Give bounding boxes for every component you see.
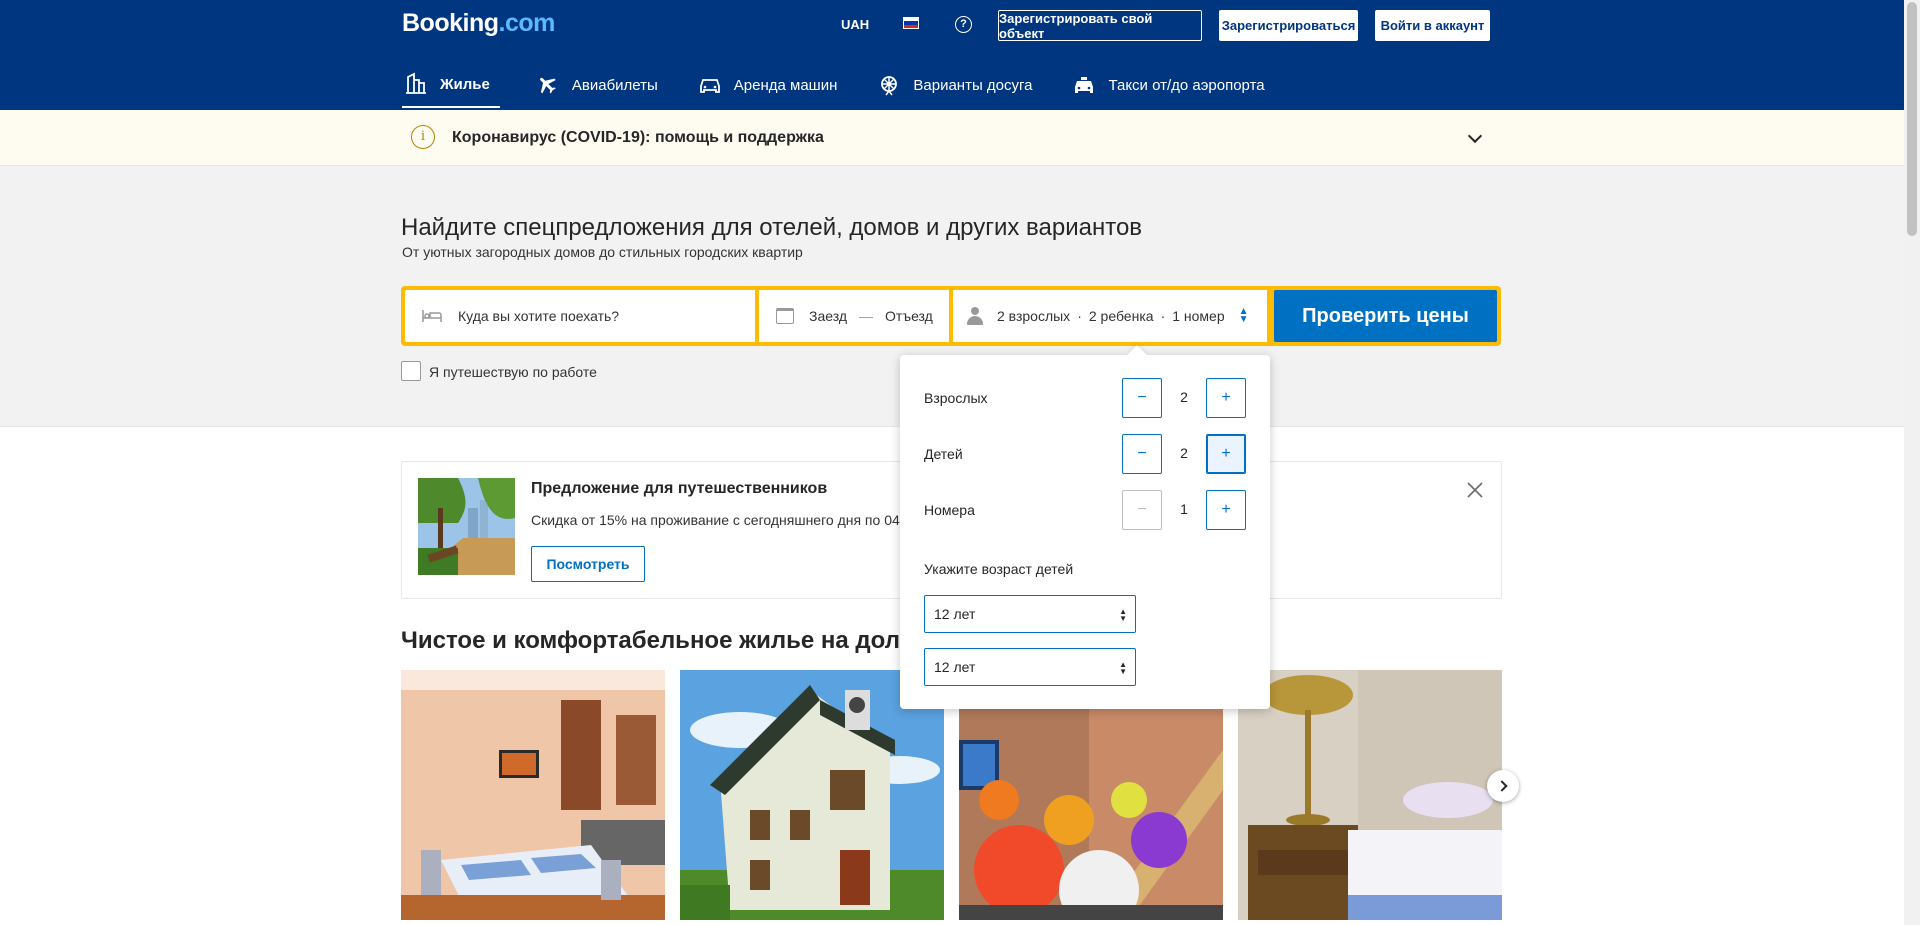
adults-summary: 2 взрослых [997, 308, 1071, 324]
covid-banner-text: Коронавирус (COVID-19): помощь и поддерж… [452, 129, 824, 146]
page-subtitle: От уютных загородных домов до стильных г… [402, 244, 803, 260]
children-value: 2 [1180, 445, 1188, 461]
scrollbar-thumb[interactable] [1907, 2, 1917, 236]
plane-icon [536, 73, 560, 97]
rooms-value: 1 [1180, 501, 1188, 517]
bed-icon [404, 72, 428, 96]
occupancy-toggle[interactable]: 2 взрослых · 2 ребенка · 1 номер ▲ ▼ [953, 290, 1267, 342]
page-title: Найдите спецпредложения для отелей, домо… [401, 214, 1143, 241]
person-icon [967, 307, 983, 325]
children-row: Детей − 2 + [924, 434, 1246, 474]
nav-item-stays[interactable]: Жилье [402, 62, 500, 108]
search-button[interactable]: Проверить цены [1274, 290, 1497, 342]
separator: · [1077, 308, 1082, 324]
nav-label: Аренда машин [733, 76, 838, 94]
child-age-select[interactable]: 12 лет ▲ ▼ [924, 595, 1136, 633]
page-scrollbar[interactable] [1904, 0, 1920, 925]
destination-input[interactable]: Куда вы хотите поехать? [405, 290, 755, 342]
attractions-icon [877, 73, 901, 97]
nav-label: Жилье [440, 75, 490, 93]
work-travel-checkbox[interactable] [401, 361, 421, 381]
checkout-label: Отъезд [885, 308, 933, 324]
nav-label: Такси от/до аэропорта [1108, 76, 1265, 94]
covid-banner[interactable]: i Коронавирус (COVID-19): помощь и подде… [0, 110, 1904, 166]
nav-item-car-rentals[interactable]: Аренда машин [688, 62, 848, 108]
flag-ru-icon[interactable] [903, 17, 919, 29]
children-summary: 2 ребенка [1088, 308, 1154, 324]
separator: · [1160, 308, 1166, 324]
section-title: Чистое и комфортабельное жилье на дол [401, 627, 900, 654]
occupancy-popup: Взрослых − 2 + Детей − 2 + Номера − 1 + … [900, 355, 1270, 709]
checkin-label: Заезд [809, 308, 848, 324]
property-tile[interactable] [1238, 670, 1502, 920]
children-label: Детей [924, 446, 963, 462]
adults-decrease-button[interactable]: − [1122, 378, 1162, 418]
children-decrease-button[interactable]: − [1122, 434, 1162, 474]
chevron-down-icon[interactable] [1467, 128, 1483, 144]
close-icon[interactable] [1465, 480, 1485, 500]
adults-label: Взрослых [924, 390, 988, 406]
nav-label: Авиабилеты [571, 76, 658, 94]
main-nav: Жилье Авиабилеты Аренда машин Варианты д… [402, 62, 1295, 110]
chevron-right-icon [1495, 780, 1508, 792]
adults-value: 2 [1180, 389, 1188, 405]
rooms-decrease-button[interactable]: − [1122, 490, 1162, 530]
carousel-next-button[interactable] [1487, 770, 1519, 802]
adults-increase-button[interactable]: + [1206, 378, 1246, 418]
child-age-value: 12 лет [934, 606, 976, 622]
calendar-icon [776, 308, 794, 324]
help-icon[interactable]: ? [955, 16, 972, 33]
chevron-updown-icon: ▲ ▼ [1238, 306, 1249, 325]
info-icon: i [411, 125, 435, 149]
booking-logo[interactable]: Booking.com [402, 9, 555, 38]
search-bar: Куда вы хотите поехать? Заезд — Отъезд 2… [401, 286, 1501, 346]
car-icon [698, 73, 722, 97]
rooms-summary: 1 номер [1172, 308, 1225, 324]
date-picker[interactable]: Заезд — Отъезд [759, 290, 949, 342]
nav-item-attractions[interactable]: Варианты досуга [867, 62, 1042, 108]
taxi-icon [1072, 73, 1096, 97]
list-property-button[interactable]: Зарегистрировать свой объект [998, 10, 1202, 41]
adults-row: Взрослых − 2 + [924, 378, 1246, 418]
date-separator: — [859, 308, 874, 324]
rooms-row: Номера − 1 + [924, 490, 1246, 530]
promo-view-button[interactable]: Посмотреть [531, 546, 645, 582]
child-age-title: Укажите возраст детей [924, 561, 1074, 577]
chevron-updown-icon: ▲ ▼ [1119, 607, 1127, 623]
promo-image [418, 478, 515, 575]
sign-in-button[interactable]: Войти в аккаунт [1375, 10, 1490, 41]
child-age-select[interactable]: 12 лет ▲ ▼ [924, 648, 1136, 686]
child-age-value: 12 лет [934, 659, 976, 675]
currency-selector[interactable]: UAH [841, 17, 869, 32]
site-header: Booking.com UAH ? Зарегистрировать свой … [0, 0, 1904, 110]
register-button[interactable]: Зарегистрироваться [1219, 10, 1358, 41]
rooms-label: Номера [924, 502, 975, 518]
property-tile[interactable] [401, 670, 665, 920]
promo-text: Скидка от 15% на проживание с сегодняшне… [531, 512, 901, 528]
nav-item-airport-taxi[interactable]: Такси от/до аэропорта [1062, 62, 1274, 108]
destination-placeholder: Куда вы хотите поехать? [458, 308, 620, 324]
children-increase-button[interactable]: + [1206, 434, 1246, 474]
bed-icon [422, 309, 442, 323]
rooms-increase-button[interactable]: + [1206, 490, 1246, 530]
work-travel-label[interactable]: Я путешествую по работе [429, 364, 597, 380]
nav-item-flights[interactable]: Авиабилеты [526, 62, 668, 108]
nav-label: Варианты досуга [913, 76, 1033, 94]
promo-title: Предложение для путешественников [531, 480, 828, 497]
chevron-updown-icon: ▲ ▼ [1119, 660, 1127, 676]
